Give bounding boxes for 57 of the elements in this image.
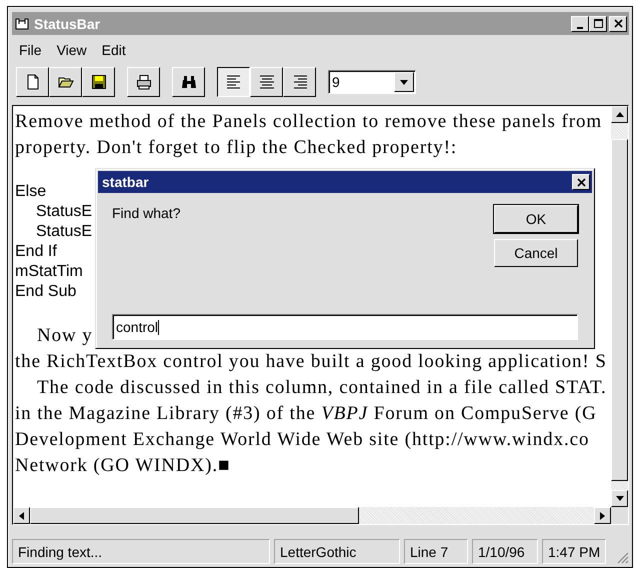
left-arrow-icon: [19, 512, 24, 520]
scroll-right-button[interactable]: [594, 507, 611, 524]
app-icon: [14, 16, 30, 30]
code-line: End If: [15, 242, 57, 262]
status-panel: Line 7: [404, 539, 468, 564]
menu-item[interactable]: View: [54, 42, 94, 58]
binoculars-icon: [180, 74, 196, 90]
status-panel: 1:47 PM: [542, 539, 606, 564]
find-input-field[interactable]: control: [112, 314, 578, 340]
code-line: Else: [15, 182, 46, 202]
close-icon: [576, 178, 586, 186]
code-line: StatusE: [35, 222, 92, 242]
status-panel: Finding text...: [12, 539, 270, 564]
code-line: End Sub: [15, 282, 76, 302]
new-document-icon: [24, 74, 40, 90]
dialog-button[interactable]: Cancel: [494, 239, 578, 267]
status-panel: 1/10/96: [472, 539, 538, 564]
up-arrow-icon: [616, 112, 624, 117]
font-size-combo[interactable]: 9: [328, 70, 416, 94]
dropdown-arrow-icon: [400, 80, 408, 84]
dialog-title: statbar: [102, 174, 149, 190]
code-line: mStatTim: [15, 262, 83, 282]
right-arrow-icon: [600, 512, 605, 520]
dialog-button[interactable]: OK: [494, 205, 578, 233]
code-line: StatusE: [35, 202, 92, 222]
text-line: the RichTextBox control you have built a good looking application! S: [15, 350, 607, 374]
scroll-up-button[interactable]: [611, 106, 628, 123]
horizontal-scrollbar[interactable]: [13, 507, 611, 524]
toolbar-button[interactable]: [217, 67, 250, 97]
close-button[interactable]: [609, 16, 627, 32]
scroll-thumb[interactable]: [30, 507, 359, 524]
text-line: Now y: [36, 324, 93, 348]
text-line: Remove method of the Panels collection to remove these panels from: [15, 110, 602, 134]
minimize-button[interactable]: [571, 16, 589, 32]
text-line: in the Magazine Library (#3) of the VBPJ Forum on CompuServe (G: [15, 402, 597, 426]
scroll-down-button[interactable]: [611, 490, 628, 507]
maximize-icon: [594, 19, 602, 28]
close-icon: [614, 19, 622, 28]
printer-icon: [136, 74, 152, 90]
maximize-button[interactable]: [589, 16, 607, 32]
align-right-icon: [292, 74, 308, 90]
align-left-icon: [226, 74, 242, 90]
prompt-label: Find what?: [112, 205, 180, 221]
down-arrow-icon: [616, 496, 624, 501]
text-line: property. Don't forget to flip the Checked property!:: [15, 136, 458, 160]
window-title: StatusBar: [34, 16, 100, 32]
text-line: Network (GO WINDX).■: [15, 454, 230, 478]
status-panel: LetterGothic: [274, 539, 400, 564]
align-center-icon: [258, 74, 274, 90]
minimize-icon: [577, 26, 583, 28]
text-line: Development Exchange World Wide Web site (http://www.windx.co: [15, 428, 590, 452]
scroll-left-button[interactable]: [13, 507, 30, 524]
menu-item[interactable]: Edit: [98, 42, 133, 58]
dropdown-button[interactable]: [394, 72, 414, 92]
text-line: The code discussed in this column, contained in a file called STAT.: [36, 376, 607, 400]
menu-item[interactable]: File: [16, 42, 49, 58]
close-button[interactable]: [572, 174, 590, 190]
